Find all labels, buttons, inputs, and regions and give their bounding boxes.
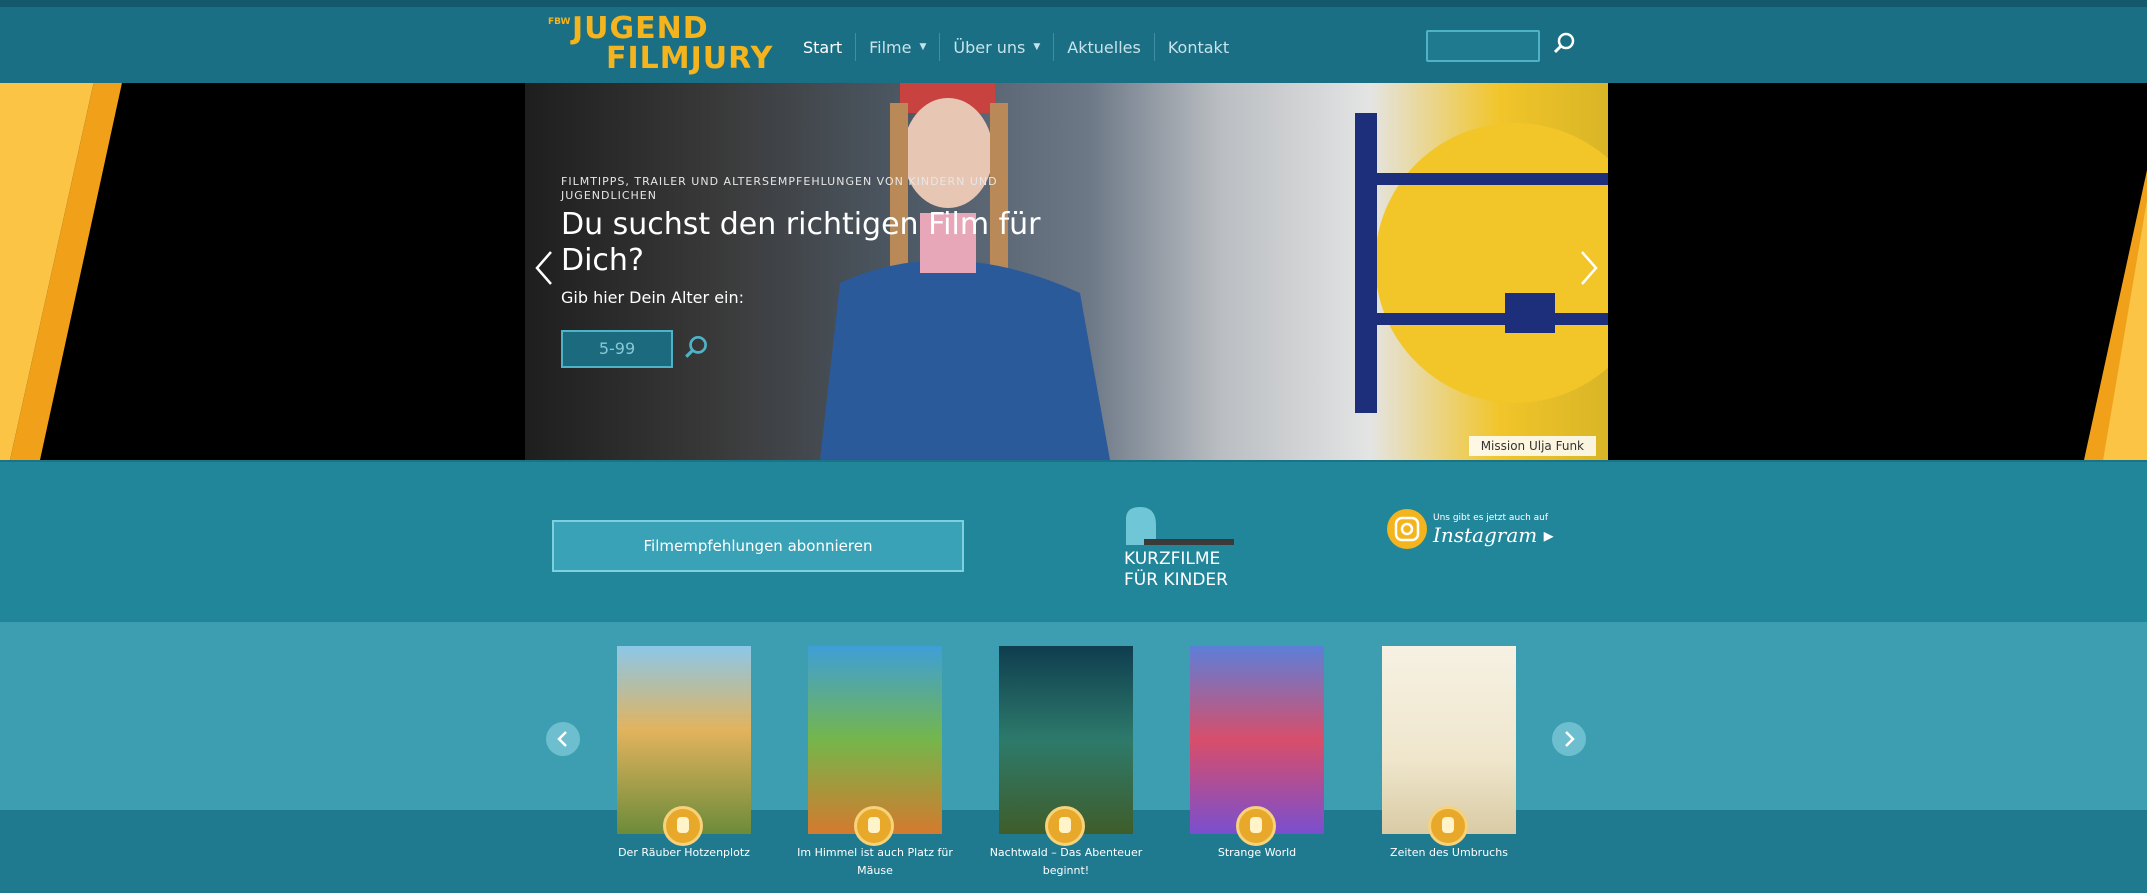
promo-band [0,460,2147,622]
chevron-right-icon[interactable] [1576,248,1602,288]
thumbs-up-badge-icon [1045,806,1085,846]
search-input[interactable] [1426,30,1540,62]
movie-card[interactable]: Nachtwald – Das Abenteuer beginnt! [990,646,1142,880]
kurzfilme-line-2: FÜR KINDER [1124,570,1228,590]
nav-item-kontakt[interactable]: Kontakt [1153,33,1242,61]
movie-poster [1190,646,1324,846]
chevron-down-icon: ▼ [919,42,927,52]
movie-title: Strange World [1217,846,1297,859]
nav-label: Kontakt [1167,37,1230,57]
search-icon[interactable] [1552,30,1578,56]
chevron-right-icon [1565,731,1575,747]
nav-item-filme[interactable]: Filme ▼ [855,33,939,61]
kurzfilme-logo-icon [1126,507,1234,545]
chevron-left-icon [557,731,567,747]
nav-item-ueber-uns[interactable]: Über uns ▼ [939,33,1053,61]
chevron-down-icon: ▼ [1033,42,1041,52]
instagram-caption: Uns gibt es jetzt auch auf [1433,513,1549,523]
nav-label: Start [803,37,843,57]
thumbs-up-badge-icon [1428,806,1468,846]
movie-title: Im Himmel ist auch Platz für Mäuse [797,846,953,877]
kurzfilme-link[interactable]: KURZFILME FÜR KINDER [1124,505,1244,595]
kurzfilme-label: KURZFILME FÜR KINDER [1124,549,1228,591]
thumbs-up-badge-icon [854,806,894,846]
nav-item-start[interactable]: Start [790,33,855,61]
movie-title: Nachtwald – Das Abenteuer beginnt! [989,846,1143,877]
movie-poster [1382,646,1516,846]
divider [0,460,2147,462]
age-prompt: Gib hier Dein Alter ein: [561,288,745,307]
instagram-icon [1387,509,1427,549]
search-icon[interactable] [683,333,711,361]
bus-stop-sign-image [1355,113,1608,413]
nav-label: Filme [869,37,912,57]
nav-item-aktuelles[interactable]: Aktuelles [1053,33,1154,61]
nav-label: Über uns [953,37,1026,57]
movie-poster [999,646,1133,846]
movie-card[interactable]: Der Räuber Hotzenplotz [617,646,751,862]
logo-line-2: FILMJURY [606,41,774,76]
chevron-left-icon[interactable] [531,248,557,288]
carousel-next-button[interactable] [1552,722,1586,756]
site-logo[interactable]: FBW JUGEND FILMJURY [548,11,772,80]
logo-line-1: JUGEND [572,11,709,46]
movie-title: Der Räuber Hotzenplotz [618,846,750,859]
logo-prefix: FBW [548,17,571,27]
hero-kicker: FILMTIPPS, TRAILER UND ALTERSEMPFEHLUNGE… [561,175,998,202]
main-nav: Start Filme ▼ Über uns ▼ Aktuelles Kontakt [790,30,1242,64]
header-top-line [0,0,2147,7]
movie-card[interactable]: Im Himmel ist auch Platz für Mäuse [797,646,953,880]
thumbs-up-badge-icon [663,806,703,846]
kurzfilme-line-1: KURZFILME [1124,549,1221,569]
nav-label: Aktuelles [1067,37,1141,57]
instagram-label: Instagram ▸ [1433,523,1554,547]
thumbs-up-badge-icon [1236,806,1276,846]
hero-slider: FILMTIPPS, TRAILER UND ALTERSEMPFEHLUNGE… [525,83,1608,460]
movie-card[interactable]: Strange World [1190,646,1324,862]
movie-title: Zeiten des Umbruchs [1390,846,1508,859]
subscribe-button[interactable]: Filmempfehlungen abonnieren [552,520,964,572]
movie-poster [617,646,751,846]
carousel-prev-button[interactable] [546,722,580,756]
instagram-link[interactable]: Uns gibt es jetzt auch auf Instagram ▸ [1385,505,1565,557]
image-credit: Mission Ulja Funk [1468,436,1596,456]
hero-title: Du suchst den richtigen Film für Dich? [561,207,1041,278]
age-input[interactable]: 5-99 [561,330,673,368]
movie-poster [808,646,942,846]
movie-card[interactable]: Zeiten des Umbruchs [1382,646,1516,862]
